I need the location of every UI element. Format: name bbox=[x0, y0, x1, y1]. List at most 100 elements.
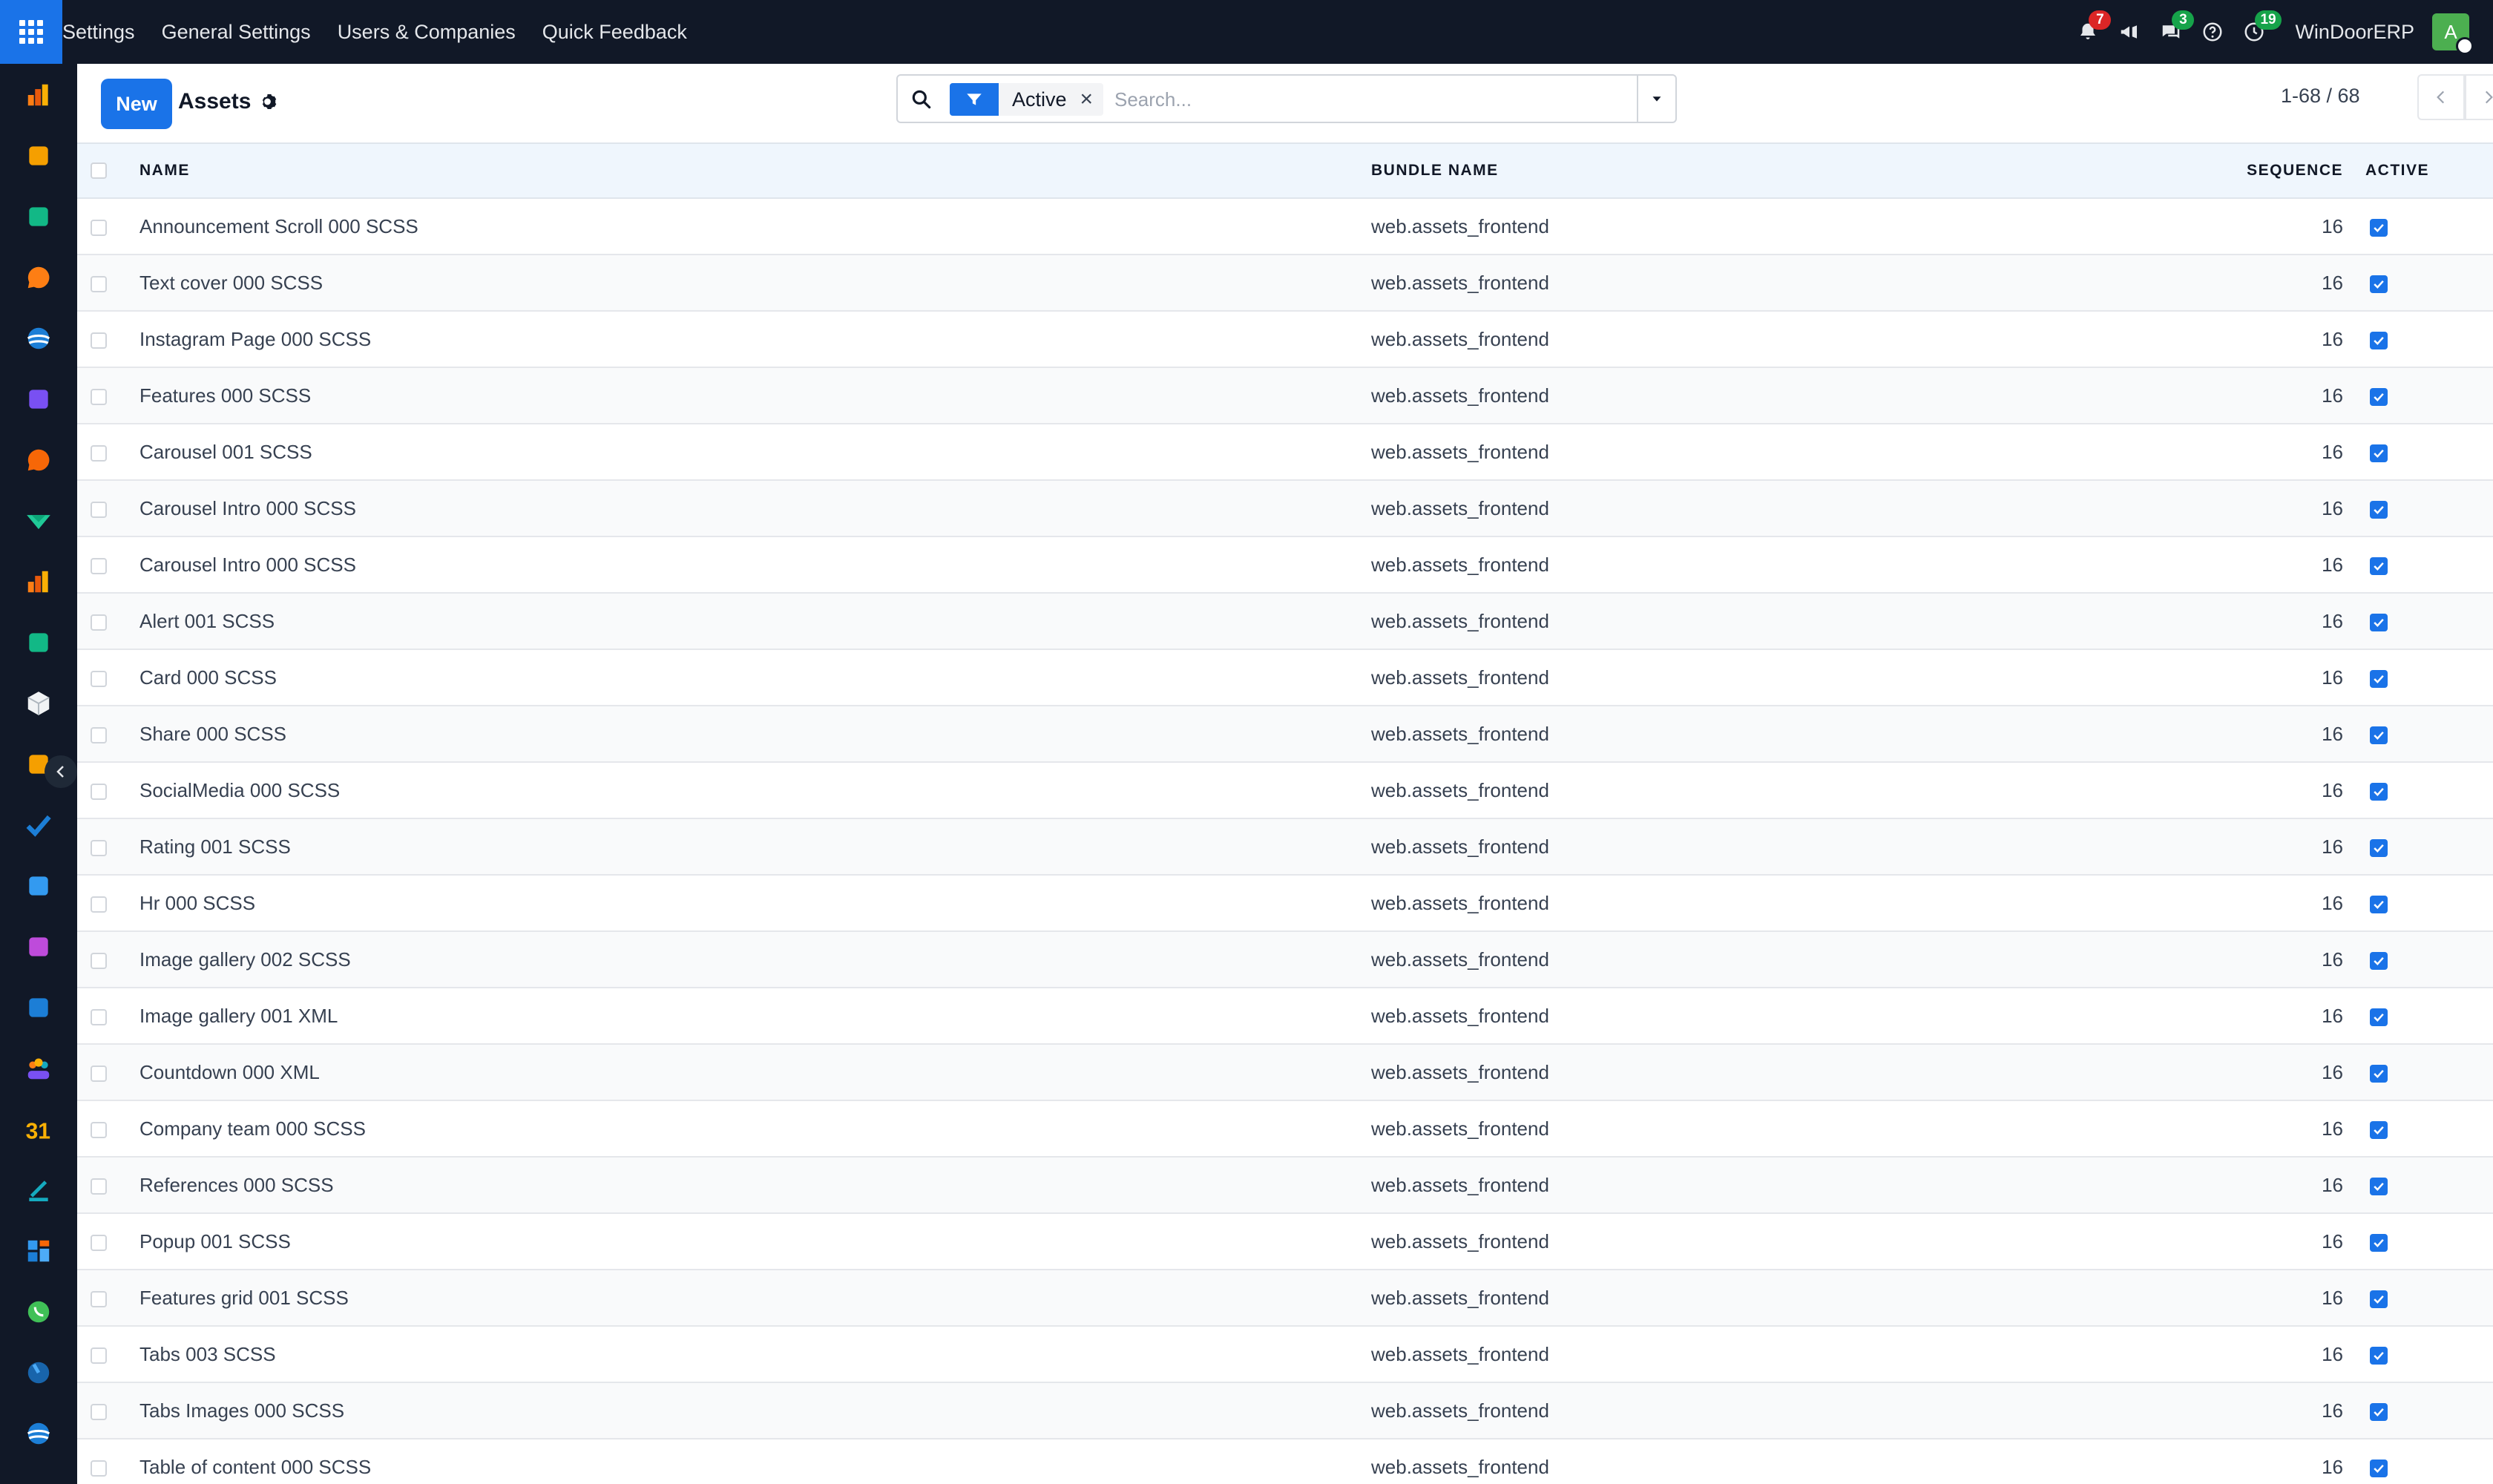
table-row[interactable]: Popup 001 SCSS web.assets_frontend 16 bbox=[77, 1213, 2493, 1270]
asset-name[interactable]: Features grid 001 SCSS bbox=[139, 1270, 1371, 1326]
row-checkbox[interactable] bbox=[91, 444, 107, 462]
sidebar-app-16[interactable] bbox=[24, 1054, 53, 1083]
sidebar-app-13[interactable] bbox=[24, 871, 53, 901]
table-row[interactable]: Features 000 SCSS web.assets_frontend 16 bbox=[77, 367, 2493, 424]
pager-next-button[interactable] bbox=[2465, 74, 2493, 120]
table-row[interactable]: Carousel 001 SCSS web.assets_frontend 16 bbox=[77, 424, 2493, 480]
row-checkbox[interactable] bbox=[91, 952, 107, 969]
sidebar-app-22[interactable] bbox=[24, 1419, 53, 1448]
gear-icon[interactable] bbox=[258, 91, 280, 113]
asset-name[interactable]: Hr 000 SCSS bbox=[139, 875, 1371, 931]
row-checkbox[interactable] bbox=[91, 839, 107, 856]
sidebar-app-12[interactable] bbox=[24, 810, 53, 840]
table-row[interactable]: Share 000 SCSS web.assets_frontend 16 bbox=[77, 706, 2493, 762]
activity-bell-icon[interactable]: 7 bbox=[2077, 10, 2112, 43]
bundle-name[interactable]: web.assets_frontend bbox=[1371, 1157, 2143, 1213]
app-menu-button[interactable] bbox=[0, 0, 62, 64]
header-bundle-name[interactable]: Bundle Name bbox=[1371, 142, 2143, 199]
active-checkbox[interactable] bbox=[2370, 218, 2388, 237]
clock-icon[interactable]: 19 bbox=[2243, 10, 2282, 43]
sidebar-app-15[interactable] bbox=[24, 993, 53, 1022]
active-checkbox[interactable] bbox=[2370, 1120, 2388, 1139]
bundle-name[interactable]: web.assets_frontend bbox=[1371, 988, 2143, 1044]
row-checkbox[interactable] bbox=[91, 614, 107, 631]
sidebar-app-9[interactable] bbox=[24, 628, 53, 657]
user-avatar[interactable]: A bbox=[2432, 13, 2474, 55]
row-checkbox[interactable] bbox=[91, 1065, 107, 1082]
bundle-name[interactable]: web.assets_frontend bbox=[1371, 706, 2143, 762]
sequence-value[interactable]: 16 bbox=[2143, 367, 2365, 424]
active-checkbox[interactable] bbox=[2370, 669, 2388, 688]
bundle-name[interactable]: web.assets_frontend bbox=[1371, 198, 2143, 255]
row-checkbox[interactable] bbox=[91, 388, 107, 405]
sequence-value[interactable]: 16 bbox=[2143, 593, 2365, 649]
sequence-value[interactable]: 16 bbox=[2143, 255, 2365, 311]
sequence-value[interactable]: 16 bbox=[2143, 875, 2365, 931]
sequence-value[interactable]: 16 bbox=[2143, 818, 2365, 875]
sequence-value[interactable]: 16 bbox=[2143, 1213, 2365, 1270]
asset-name[interactable]: Countdown 000 XML bbox=[139, 1044, 1371, 1100]
sidebar-app-19[interactable] bbox=[24, 1236, 53, 1266]
sequence-value[interactable]: 16 bbox=[2143, 480, 2365, 536]
sequence-value[interactable]: 16 bbox=[2143, 1382, 2365, 1439]
header-name[interactable]: Name bbox=[139, 142, 1371, 199]
sequence-value[interactable]: 16 bbox=[2143, 762, 2365, 818]
table-row[interactable]: Features grid 001 SCSS web.assets_fronten… bbox=[77, 1270, 2493, 1326]
sidebar-app-14[interactable] bbox=[24, 932, 53, 962]
asset-name[interactable]: References 000 SCSS bbox=[139, 1157, 1371, 1213]
table-row[interactable]: Hr 000 SCSS web.assets_frontend 16 bbox=[77, 875, 2493, 931]
active-checkbox[interactable] bbox=[2370, 1402, 2388, 1421]
table-row[interactable]: Carousel Intro 000 SCSS web.assets_fronte… bbox=[77, 480, 2493, 536]
active-checkbox[interactable] bbox=[2370, 500, 2388, 519]
table-row[interactable]: Table of content 000 SCSS web.assets_fron… bbox=[77, 1439, 2493, 1484]
row-checkbox[interactable] bbox=[91, 557, 107, 574]
row-checkbox[interactable] bbox=[91, 1403, 107, 1420]
row-checkbox[interactable] bbox=[91, 1234, 107, 1251]
sequence-value[interactable]: 16 bbox=[2143, 1100, 2365, 1157]
sidebar-app-7[interactable] bbox=[24, 506, 53, 536]
active-checkbox[interactable] bbox=[2370, 1233, 2388, 1252]
bundle-name[interactable]: web.assets_frontend bbox=[1371, 1044, 2143, 1100]
active-checkbox[interactable] bbox=[2370, 726, 2388, 744]
bundle-name[interactable]: web.assets_frontend bbox=[1371, 255, 2143, 311]
table-row[interactable]: Image gallery 001 XML web.assets_frontend… bbox=[77, 988, 2493, 1044]
asset-name[interactable]: Text cover 000 SCSS bbox=[139, 255, 1371, 311]
row-checkbox[interactable] bbox=[91, 726, 107, 743]
bundle-name[interactable]: web.assets_frontend bbox=[1371, 1213, 2143, 1270]
table-row[interactable]: Announcement Scroll 000 SCSS web.assets_f… bbox=[77, 198, 2493, 255]
table-row[interactable]: Instagram Page 000 SCSS web.assets_fronte… bbox=[77, 311, 2493, 367]
row-checkbox[interactable] bbox=[91, 896, 107, 913]
row-checkbox[interactable] bbox=[91, 1460, 107, 1477]
sequence-value[interactable]: 16 bbox=[2143, 1439, 2365, 1484]
sidebar-app-8[interactable] bbox=[24, 567, 53, 597]
search-options-toggle[interactable] bbox=[1637, 76, 1675, 122]
asset-name[interactable]: Image gallery 001 XML bbox=[139, 988, 1371, 1044]
sidebar-app-1[interactable] bbox=[24, 141, 53, 171]
bundle-name[interactable]: web.assets_frontend bbox=[1371, 536, 2143, 593]
sidebar-app-17[interactable]: 31 bbox=[24, 1114, 53, 1144]
active-checkbox[interactable] bbox=[2370, 275, 2388, 293]
menu-settings[interactable]: Settings bbox=[62, 21, 135, 44]
bundle-name[interactable]: web.assets_frontend bbox=[1371, 649, 2143, 706]
bundle-name[interactable]: web.assets_frontend bbox=[1371, 762, 2143, 818]
search-input[interactable] bbox=[1114, 82, 1604, 117]
active-checkbox[interactable] bbox=[2370, 951, 2388, 970]
sidebar-collapse-button[interactable] bbox=[45, 755, 77, 788]
row-checkbox[interactable] bbox=[91, 1121, 107, 1138]
active-checkbox[interactable] bbox=[2370, 1346, 2388, 1365]
search-icon[interactable] bbox=[910, 88, 933, 111]
table-row[interactable]: Countdown 000 XML web.assets_frontend 16 bbox=[77, 1044, 2493, 1100]
active-checkbox[interactable] bbox=[2370, 1177, 2388, 1195]
asset-name[interactable]: Rating 001 SCSS bbox=[139, 818, 1371, 875]
sequence-value[interactable]: 16 bbox=[2143, 536, 2365, 593]
bundle-name[interactable]: web.assets_frontend bbox=[1371, 367, 2143, 424]
sidebar-app-20[interactable] bbox=[24, 1297, 53, 1327]
sidebar-app-0[interactable] bbox=[24, 80, 53, 110]
row-checkbox[interactable] bbox=[91, 1347, 107, 1364]
bundle-name[interactable]: web.assets_frontend bbox=[1371, 480, 2143, 536]
asset-name[interactable]: Announcement Scroll 000 SCSS bbox=[139, 198, 1371, 255]
sidebar-app-10[interactable] bbox=[24, 689, 53, 718]
row-checkbox[interactable] bbox=[91, 501, 107, 518]
active-checkbox[interactable] bbox=[2370, 1064, 2388, 1083]
row-checkbox[interactable] bbox=[91, 1178, 107, 1195]
